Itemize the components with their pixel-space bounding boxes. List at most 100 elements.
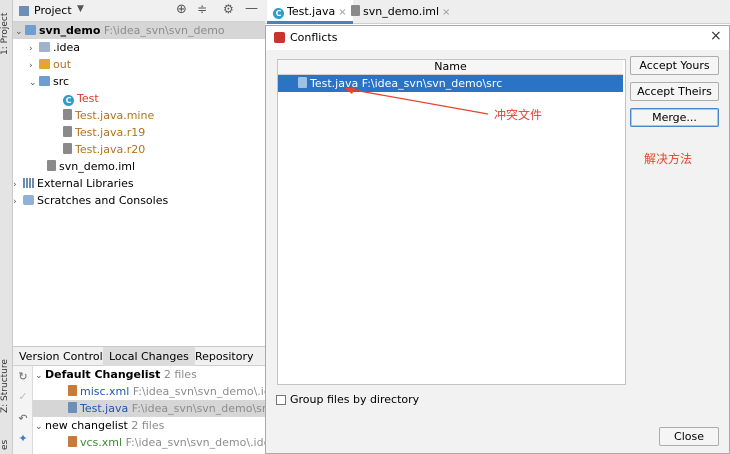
accept-theirs-button[interactable]: Accept Theirs [630,82,719,101]
tree-item-label: svn_demo [39,24,101,37]
tree-item-label: src [53,75,70,88]
changelist-file-vcs-xml[interactable]: vcs.xml F:\idea_svn\svn_demo\.idea [68,434,277,451]
dialog-title-bar: Conflicts × [266,26,729,50]
annotation-solution: 解决方法 [644,152,693,166]
column-header-name[interactable]: Name [278,60,623,75]
folder-icon [39,42,50,52]
version-control-header: Version Control: Local Changes Repositor… [13,346,265,366]
editor-tab-bar: C Test.java × svn_demo.iml × [265,0,730,24]
chevron-right-icon[interactable]: › [13,194,23,211]
tree-item-src[interactable]: ⌄ src [29,73,69,90]
changelist-name: new changelist [45,419,128,432]
close-button[interactable]: Close [659,427,719,446]
commit-icon[interactable]: ✓ [17,391,29,403]
project-view-icon [19,6,29,16]
close-icon[interactable]: × [710,28,722,44]
file-path: F:\idea_svn\svn_demo\.idea [125,436,278,449]
chevron-down-icon[interactable]: ⌄ [29,75,39,92]
tree-item-test-java-r19[interactable]: Test.java.r19 [63,124,145,141]
project-tool-button[interactable]: 1: Project [0,4,13,64]
tree-item-label: .idea [53,41,81,54]
tree-item-label: External Libraries [37,177,134,190]
tree-item-test[interactable]: C Test [63,90,99,107]
tree-item-label: Test [77,92,99,105]
collapse-all-icon[interactable]: ≑ [197,2,207,16]
java-file-icon [298,77,307,88]
file-name: Test.java [80,402,129,415]
update-icon[interactable]: ✦ [17,433,29,445]
tree-item-label: out [53,58,72,71]
file-icon [63,109,72,120]
file-name: vcs.xml [80,436,123,449]
file-name: misc.xml [80,385,130,398]
changelist-default[interactable]: ⌄ Default Changelist 2 files [35,366,197,383]
changelist-file-test-java[interactable]: Test.java F:\idea_svn\svn_demo\src [33,400,272,417]
file-path: F:\idea_svn\svn_demo\.idea [132,385,285,398]
tree-item-path: F:\idea_svn\svn_demo [103,24,225,37]
gear-icon[interactable]: ⚙ [223,2,234,16]
accept-yours-button[interactable]: Accept Yours [630,56,719,75]
changelist-name: Default Changelist [45,368,161,381]
conflicts-dialog: Conflicts × Name Test.java F:\idea_svn\s… [265,25,730,454]
tree-item-test-java-mine[interactable]: Test.java.mine [63,107,154,124]
scratches-icon [23,195,34,205]
checkbox-box[interactable] [276,395,286,405]
tree-item-test-java-r20[interactable]: Test.java.r20 [63,141,145,158]
file-icon [63,126,72,137]
tree-item-external-libraries[interactable]: › External Libraries [13,175,134,192]
library-icon [23,178,34,188]
file-path: F:\idea_svn\svn_demo\src [131,402,273,415]
close-icon[interactable]: × [442,7,450,18]
chevron-down-icon[interactable]: ⌄ [35,368,45,385]
tree-item-label: Test.java.r19 [75,126,146,139]
tree-item-out[interactable]: › out [29,56,71,73]
version-control-toolbar: ↻ ✓ ↶ ✦ [13,366,33,454]
changelist-count: 2 files [131,419,165,432]
rollback-icon[interactable]: ↶ [17,413,29,425]
group-by-directory-checkbox[interactable]: Group files by directory [276,393,419,406]
tree-item-scratches[interactable]: › Scratches and Consoles [13,192,168,209]
chevron-down-icon[interactable]: ⌄ [35,419,45,436]
favorites-tool-button[interactable]: es [0,436,13,454]
tab-test-java[interactable]: C Test.java × [267,0,353,24]
file-icon [351,5,360,16]
tree-item-svn-demo[interactable]: ⌄ svn_demo F:\idea_svn\svn_demo [13,22,265,39]
xml-file-icon [68,436,77,447]
tree-item-idea[interactable]: › .idea [29,39,80,56]
checkbox-label: Group files by directory [290,393,420,406]
merge-button[interactable]: Merge... [630,108,719,127]
project-panel-header: Project ▼ ⊕ ≑ ⚙ — [13,0,265,22]
annotation-arrow [344,88,489,115]
file-icon [47,160,56,171]
class-icon: C [273,8,284,19]
chevron-down-icon[interactable]: ▼ [77,4,84,14]
tab-repository[interactable]: Repository [189,347,260,366]
tree-item-svn-demo-iml[interactable]: svn_demo.iml [47,158,135,175]
hide-panel-icon[interactable]: — [245,1,258,16]
project-view-title[interactable]: Project [34,4,72,17]
version-control-label: Version Control: [19,350,107,363]
changelist-file-misc-xml[interactable]: misc.xml F:\idea_svn\svn_demo\.idea [68,383,284,400]
folder-icon [25,25,36,35]
xml-file-icon [68,385,77,396]
tab-label: Test.java [287,5,336,18]
structure-tool-button[interactable]: Z: Structure [0,358,13,414]
folder-icon [39,76,50,86]
tab-svn-demo-iml[interactable]: svn_demo.iml × [345,0,456,24]
locate-icon[interactable]: ⊕ [176,2,187,17]
tree-item-label: Test.java.r20 [75,143,146,156]
intellij-logo-icon [274,32,285,43]
changelist-new[interactable]: ⌄ new changelist 2 files [35,417,164,434]
folder-icon [39,59,50,69]
dialog-title: Conflicts [290,31,338,44]
class-icon: C [63,95,74,106]
changelist-count: 2 files [163,368,197,381]
refresh-icon[interactable]: ↻ [17,371,29,383]
chevron-down-icon[interactable]: ⌄ [15,24,25,41]
tab-local-changes[interactable]: Local Changes [103,347,195,366]
file-icon [63,143,72,154]
annotation-conflict-file: 冲突文件 [494,108,543,122]
left-tool-stripe: 1: Project Z: Structure es [0,0,13,454]
tree-item-label: Scratches and Consoles [37,194,169,207]
tree-item-label: svn_demo.iml [59,160,136,173]
